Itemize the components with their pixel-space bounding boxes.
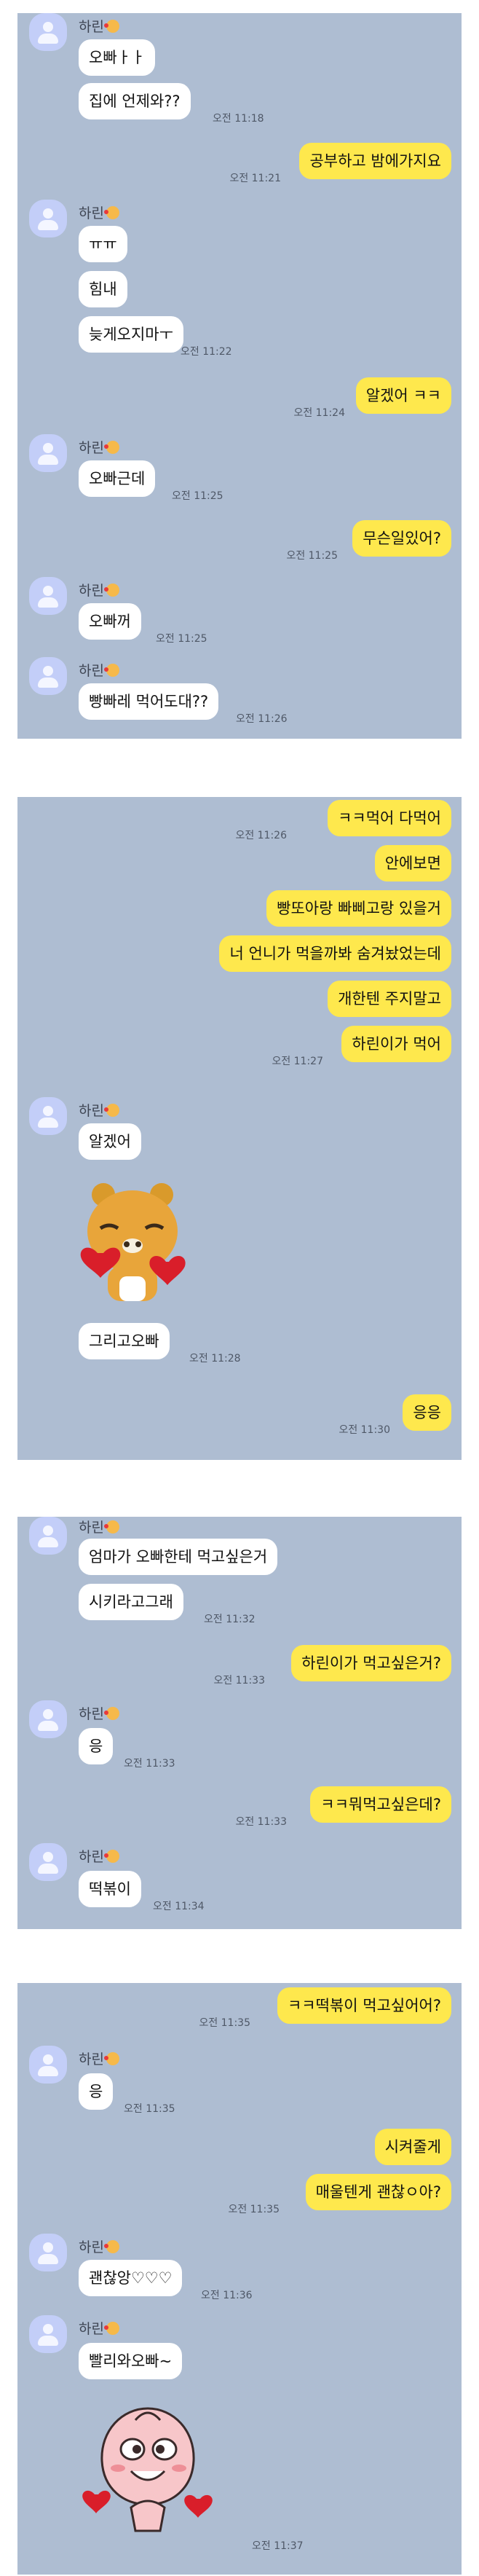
message-bubble-outgoing[interactable]: ㅋㅋ먹어 다먹어 [328,800,451,836]
message-timestamp: 오전 11:25 [286,550,338,562]
message-bubble-incoming[interactable]: 괜찮앙♡♡♡ [79,2260,183,2296]
contact-avatar[interactable] [29,1700,67,1738]
contact-name: 하린 [79,2237,119,2256]
smiling-face-with-hearts-icon [103,206,119,219]
message-timestamp: 오전 11:37 [252,2540,304,2552]
message-bubble-incoming[interactable]: 빵빠레 먹어도대?? [79,683,219,720]
contact-avatar[interactable] [29,1843,67,1881]
message-bubble-incoming[interactable]: 알겠어 [79,1123,141,1160]
message-bubble-incoming[interactable]: 오빠ㅏㅏ [79,39,156,76]
message-bubble-outgoing[interactable]: 공부하고 밤에가지요 [299,143,451,179]
message-bubble-incoming[interactable]: 시키라고그래 [79,1584,183,1620]
message-bubble-outgoing[interactable]: 알겠어 ㅋㅋ [355,377,451,414]
contact-avatar[interactable] [29,577,67,615]
smiling-face-with-hearts-icon [103,584,119,597]
message-bubble-outgoing[interactable]: 안에보면 [374,845,451,881]
contact-name: 하린 [79,1703,119,1723]
message-timestamp: 오전 11:18 [213,113,264,125]
contact-name: 하린 [79,437,119,457]
message-timestamp: 오전 11:30 [339,1424,390,1436]
smiling-face-with-hearts-icon [103,664,119,677]
message-bubble-incoming[interactable]: 늦게오지마ㅜ [79,316,183,353]
message-bubble-incoming[interactable]: 떡볶이 [79,1871,141,1907]
message-bubble-incoming[interactable]: 집에 언제와?? [79,83,191,119]
message-bubble-outgoing[interactable]: 응응 [403,1394,451,1431]
message-bubble-outgoing[interactable]: ㅋㅋ뭐먹고싶은데? [310,1786,451,1823]
message-bubble-incoming[interactable]: 오빠꺼 [79,603,141,640]
message-bubble-incoming[interactable]: 응 [79,1728,114,1764]
contact-name: 하린 [79,2318,119,2338]
message-bubble-incoming[interactable]: 힘내 [79,271,127,307]
message-bubble-outgoing[interactable]: 시켜줄게 [374,2129,451,2165]
message-bubble-outgoing[interactable]: 매울텐게 괜찮ㅇ아? [305,2174,451,2210]
message-bubble-incoming[interactable]: 응 [79,2073,114,2110]
chat-panel-2: ㅋㅋ먹어 다먹어 오전 11:26 안에보면 빵또아랑 빠삐고랑 있을거 너 언… [17,797,462,1460]
message-timestamp: 오전 11:34 [153,1901,205,1912]
smiling-face-with-hearts-icon [103,1707,119,1720]
message-bubble-outgoing[interactable]: 개한텐 주지말고 [328,981,451,1017]
contact-name: 하린 [79,660,119,680]
contact-name: 하린 [79,1100,119,1120]
message-timestamp: 오전 11:27 [272,1056,323,1067]
message-timestamp: 오전 11:35 [228,2204,280,2215]
smiling-face-with-hearts-icon [103,1520,119,1534]
message-timestamp: 오전 11:33 [124,1758,175,1770]
apeach-hearts-sticker[interactable] [79,2398,217,2535]
message-timestamp: 오전 11:25 [172,490,223,502]
message-timestamp: 오전 11:24 [293,407,345,419]
message-bubble-incoming[interactable]: 그리고오빠 [79,1323,170,1359]
message-timestamp: 오전 11:25 [156,633,207,645]
message-bubble-outgoing[interactable]: 빵또아랑 빠삐고랑 있을거 [266,890,451,927]
contact-avatar[interactable] [29,200,67,237]
smiling-face-with-hearts-icon [103,2052,119,2065]
contact-name: 하린 [79,2049,119,2068]
contact-avatar[interactable] [29,13,67,51]
message-timestamp: 오전 11:35 [199,2017,250,2029]
contact-name: 하린 [79,203,119,222]
contact-name: 하린 [79,1517,119,1536]
message-timestamp: 오전 11:33 [235,1816,287,1828]
contact-name: 하린 [79,1846,119,1866]
message-timestamp: 오전 11:21 [229,173,281,184]
message-bubble-outgoing[interactable]: 너 언니가 먹을까봐 숨겨놨었는데 [219,935,451,972]
chat-panel-4: ㅋㅋ떡볶이 먹고싶어어? 오전 11:35 하린 응 오전 11:35 시켜줄게… [17,1983,462,2575]
message-timestamp: 오전 11:26 [235,830,287,841]
message-bubble-outgoing[interactable]: 하린이가 먹고싶은거? [291,1645,451,1681]
contact-name: 하린 [79,16,119,36]
contact-avatar[interactable] [29,1517,67,1555]
message-timestamp: 오전 11:32 [204,1614,256,1625]
message-bubble-incoming[interactable]: 빨리와오빠~ [79,2343,183,2379]
apeach-hearts-icon [82,2407,213,2532]
contact-avatar[interactable] [29,657,67,695]
message-bubble-outgoing[interactable]: 하린이가 먹어 [341,1026,451,1062]
contact-avatar[interactable] [29,2046,67,2084]
message-timestamp: 오전 11:35 [124,2103,175,2115]
smiling-face-with-hearts-icon [103,2240,119,2253]
ryan-hearts-icon [80,1183,186,1301]
message-bubble-outgoing[interactable]: ㅋㅋ떡볶이 먹고싶어어? [277,1987,451,2024]
contact-avatar[interactable] [29,2315,67,2353]
message-bubble-incoming[interactable]: 오빠근데 [79,460,156,497]
message-timestamp: 오전 11:28 [189,1353,241,1364]
smiling-face-with-hearts-icon [103,20,119,33]
chat-panel-3: 하린 엄마가 오빠한테 먹고싶은거 시키라고그래 오전 11:32 하린이가 먹… [17,1517,462,1929]
chat-panel-1: 하린 오빠ㅏㅏ 집에 언제와?? 오전 11:18 공부하고 밤에가지요 오전 … [17,13,462,739]
message-bubble-outgoing[interactable]: 무슨일있어? [352,520,451,557]
message-bubble-incoming[interactable]: ㅠㅠ [79,226,127,262]
smiling-face-with-hearts-icon [103,2322,119,2335]
message-timestamp: 오전 11:22 [181,346,232,358]
message-timestamp: 오전 11:33 [213,1675,265,1686]
smiling-face-with-hearts-icon [103,441,119,454]
message-timestamp: 오전 11:36 [201,2290,253,2301]
smiling-face-with-hearts-icon [103,1104,119,1117]
contact-avatar[interactable] [29,2234,67,2271]
smiling-face-with-hearts-icon [103,1850,119,1863]
ryan-hearts-sticker[interactable] [79,1174,202,1304]
contact-avatar[interactable] [29,1097,67,1135]
message-timestamp: 오전 11:26 [236,713,288,725]
message-bubble-incoming[interactable]: 엄마가 오빠한테 먹고싶은거 [79,1539,278,1575]
contact-avatar[interactable] [29,434,67,472]
contact-name: 하린 [79,580,119,600]
